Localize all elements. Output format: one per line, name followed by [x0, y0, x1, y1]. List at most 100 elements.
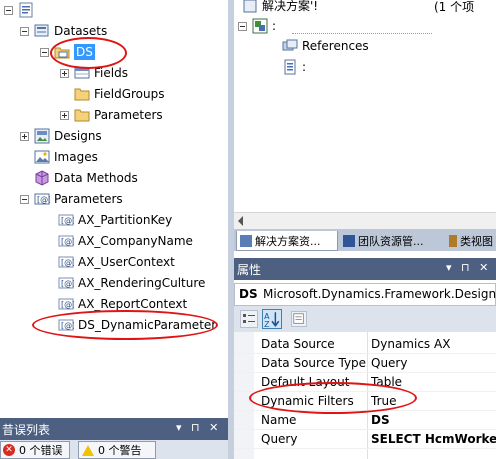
tree-item-parameter[interactable]: [@] AX_ReportContext	[58, 294, 187, 314]
tree-label: AX_PartitionKey	[78, 213, 173, 227]
object-type: Microsoft.Dynamics.Framework.Design.	[263, 287, 496, 301]
tree-item-parameter[interactable]: [@] AX_UserContext	[58, 252, 175, 272]
tab-solution-explorer[interactable]: 解决方案资...	[236, 231, 338, 251]
tree-item-data-methods[interactable]: Data Methods	[34, 168, 138, 188]
references-node[interactable]: References	[282, 36, 369, 56]
property-row[interactable]: Default Layout Table	[234, 373, 496, 392]
tree-item-parameters[interactable]: [@] Parameters	[20, 189, 123, 209]
sort-alphabetical-icon: AZ	[264, 312, 280, 329]
categorized-button[interactable]	[240, 310, 258, 328]
svg-text:[@]: [@]	[61, 300, 74, 309]
tree-item-datasets[interactable]: Datasets	[20, 21, 107, 41]
property-row[interactable]: Query SELECT HcmWorker.	[234, 430, 496, 449]
tree-item-fieldgroups[interactable]: FieldGroups	[74, 84, 164, 104]
panel-window-controls[interactable]: ▾ ⊓ ✕	[446, 261, 491, 274]
warnings-filter-button[interactable]: 0 个警告	[78, 441, 156, 459]
property-value[interactable]: Dynamics AX	[371, 337, 450, 351]
horizontal-scrollbar[interactable]	[234, 212, 496, 229]
expand-toggle[interactable]	[60, 110, 69, 120]
tree-label: Fields	[94, 66, 128, 80]
report-file-label: :	[302, 60, 307, 74]
collapse-toggle[interactable]	[4, 5, 13, 15]
tab-label: 解决方案资...	[255, 234, 321, 248]
property-value[interactable]: SELECT HcmWorker.	[371, 432, 496, 446]
fields-icon	[74, 65, 90, 81]
parameter-icon: [@]	[58, 212, 74, 228]
project-node[interactable]: :	[238, 16, 276, 36]
tab-class-view[interactable]: 类视图	[446, 231, 496, 251]
references-icon	[282, 38, 298, 54]
tree-label: AX_UserContext	[78, 255, 175, 269]
property-row[interactable]: Dynamic Filters True	[234, 392, 496, 411]
tree-item-ds-parameters[interactable]: Parameters	[60, 105, 163, 125]
tree-item-ds[interactable]: DS	[40, 42, 95, 62]
tree-item-designs[interactable]: Designs	[20, 126, 102, 146]
collapse-toggle[interactable]	[20, 194, 29, 204]
panel-tabs: 解决方案资... 团队资源管... 类视图	[234, 229, 496, 251]
errors-filter-button[interactable]: ✕ 0 个错误	[0, 441, 70, 459]
tab-team-explorer[interactable]: 团队资源管...	[340, 231, 444, 251]
parameter-icon: [@]	[58, 254, 74, 270]
property-name: Default Layout	[261, 375, 350, 389]
expand-toggle[interactable]	[60, 68, 69, 78]
expand-toggle[interactable]	[20, 131, 29, 141]
tree-item-parameter[interactable]: [@] AX_PartitionKey	[58, 210, 172, 230]
project-name-field	[292, 18, 432, 34]
property-name: Data Source	[261, 337, 335, 351]
tree-item-parameter[interactable]: [@] DS_DynamicParameter	[58, 315, 216, 335]
tree-label: Images	[54, 150, 98, 164]
datasets-icon	[34, 23, 50, 39]
tree-item-fields[interactable]: Fields	[60, 63, 128, 83]
property-row[interactable]: Name DS	[234, 411, 496, 430]
property-value[interactable]: Table	[371, 375, 402, 389]
properties-object-selector[interactable]: DS Microsoft.Dynamics.Framework.Design.	[234, 283, 496, 306]
property-pages-button[interactable]	[291, 311, 307, 327]
property-value[interactable]: True	[371, 394, 397, 408]
tree-label: DS	[74, 44, 95, 60]
warnings-count-label: 0 个警告	[98, 444, 142, 457]
collapse-toggle[interactable]	[238, 21, 247, 31]
svg-text:[@]: [@]	[61, 321, 74, 330]
tree-label: Datasets	[54, 24, 108, 38]
designs-icon	[34, 128, 50, 144]
parameter-icon: [@]	[58, 296, 74, 312]
report-tree-panel: Datasets DS Fields FieldGroups Parameter…	[0, 0, 228, 418]
property-row[interactable]: Data Source Dynamics AX	[234, 335, 496, 354]
tree-item-images[interactable]: Images	[34, 147, 98, 167]
warning-icon	[82, 444, 94, 456]
solution-icon	[242, 0, 258, 14]
tree-item-parameter[interactable]: [@] AX_RenderingCulture	[58, 273, 205, 293]
errors-count-label: 0 个错误	[19, 444, 63, 457]
property-name: Query	[261, 432, 298, 446]
properties-header: 属性 ▾ ⊓ ✕	[234, 258, 496, 280]
property-row[interactable]: Data Source Type Query	[234, 354, 496, 373]
error-list-header: 昔误列表 ▾ ⊓ ✕	[0, 418, 228, 440]
tree-label: AX_CompanyName	[78, 234, 193, 248]
tree-root[interactable]	[4, 0, 38, 20]
report-file-node[interactable]: :	[282, 57, 306, 77]
svg-text:[@]: [@]	[61, 258, 74, 267]
project-icon	[252, 18, 268, 34]
tree-label: Parameters	[54, 192, 123, 206]
project-label: :	[272, 19, 277, 33]
solution-root[interactable]: 解决方案'!	[242, 0, 318, 16]
panel-window-controls[interactable]: ▾ ⊓ ✕	[176, 421, 221, 434]
categorized-icon	[243, 314, 255, 323]
tree-item-parameter[interactable]: [@] AX_CompanyName	[58, 231, 193, 251]
collapse-toggle[interactable]	[20, 26, 29, 36]
collapse-toggle[interactable]	[40, 47, 49, 57]
error-list-title: 昔误列表	[2, 423, 51, 437]
property-name: Data Source Type	[261, 356, 367, 370]
tree-label: Designs	[54, 129, 102, 143]
solution-explorer-icon	[240, 234, 252, 247]
alphabetical-button[interactable]: AZ	[262, 309, 282, 329]
tab-label: 类视图	[460, 235, 493, 248]
property-value[interactable]: Query	[371, 356, 407, 370]
svg-text:[@]: [@]	[61, 216, 74, 225]
property-value[interactable]: DS	[371, 413, 390, 427]
scroll-left-icon[interactable]	[238, 216, 243, 226]
report-icon	[18, 2, 34, 18]
object-name: DS	[239, 287, 258, 301]
tree-label: AX_RenderingCulture	[78, 276, 206, 290]
property-name: Dynamic Filters	[261, 394, 354, 408]
